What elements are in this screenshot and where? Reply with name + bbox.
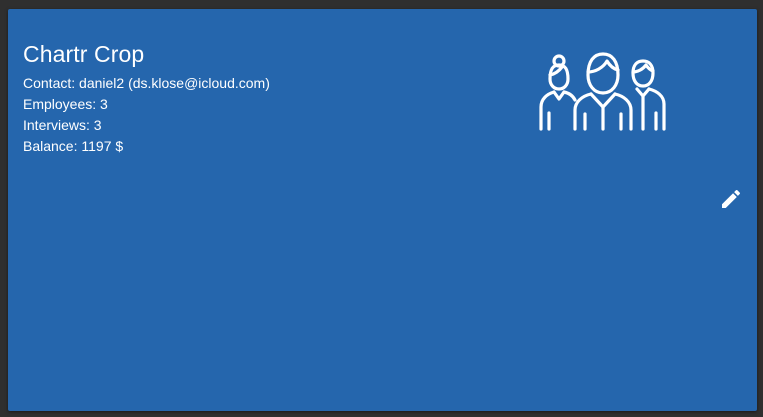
company-card: Chartr Crop Contact: daniel2 (ds.klose@i… <box>8 9 757 411</box>
contact-text: Contact: daniel2 (ds.klose@icloud.com) <box>23 75 270 91</box>
employees-text: Employees: 3 <box>23 96 108 112</box>
company-info: Chartr Crop Contact: daniel2 (ds.klose@i… <box>23 40 270 157</box>
balance-text: Balance: 1197 $ <box>23 138 124 154</box>
pencil-edit-icon <box>722 189 741 208</box>
edit-button[interactable] <box>719 187 743 211</box>
interviews-text: Interviews: 3 <box>23 117 102 133</box>
company-name: Chartr Crop <box>23 41 145 67</box>
team-people-icon <box>539 52 666 131</box>
